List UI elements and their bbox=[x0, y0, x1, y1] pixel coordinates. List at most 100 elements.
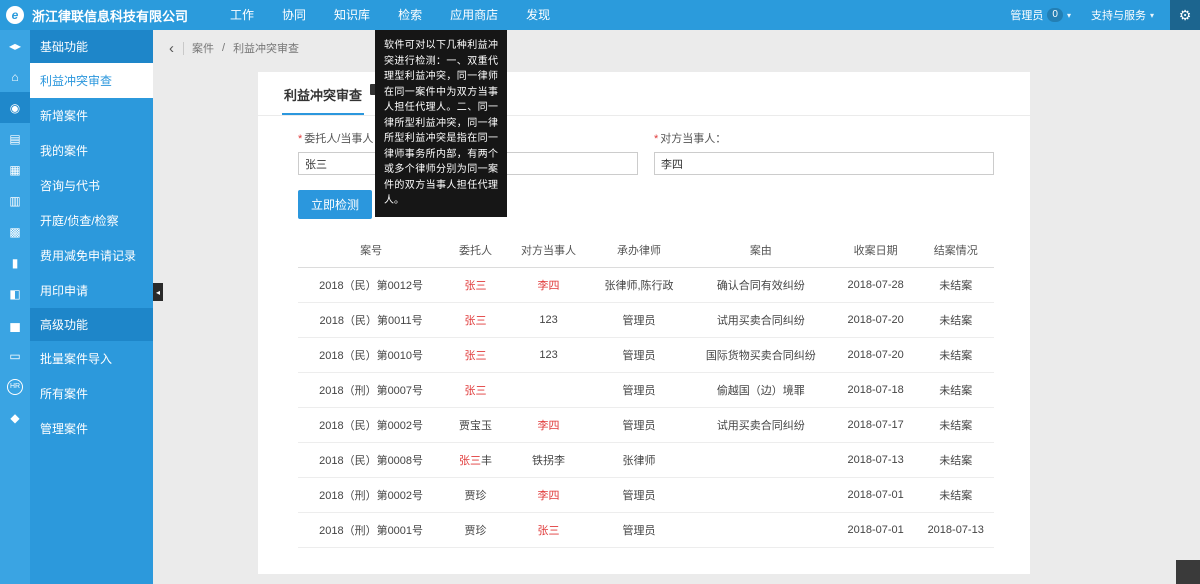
cell-client: 张三 bbox=[444, 373, 507, 408]
search-icon[interactable]: ◉ bbox=[0, 92, 30, 123]
logo-icon: e bbox=[6, 6, 24, 24]
cell-lawyer: 管理员 bbox=[590, 513, 687, 548]
cell-cause bbox=[688, 513, 834, 548]
cell-case-no: 2018（刑）第0007号 bbox=[298, 373, 444, 408]
breadcrumb: ‹ 案件 / 利益冲突审查 bbox=[153, 30, 1200, 56]
table-row[interactable]: 2018（刑）第0001号贾珍张三管理员2018-07-012018-07-13 bbox=[298, 513, 994, 548]
admin-menu[interactable]: 管理员 0 ▾ bbox=[1000, 0, 1081, 30]
topnav-item[interactable]: 知识库 bbox=[320, 0, 384, 30]
corner-widget[interactable] bbox=[1176, 560, 1200, 584]
idcard-icon[interactable]: ▥ bbox=[0, 185, 30, 216]
topnav-item[interactable]: 检索 bbox=[384, 0, 436, 30]
gear-icon: ⚙ bbox=[1179, 7, 1192, 24]
hr-icon[interactable]: HR bbox=[0, 371, 30, 402]
cell-case-no: 2018（民）第0010号 bbox=[298, 338, 444, 373]
cell-date: 2018-07-28 bbox=[834, 268, 918, 303]
table-row[interactable]: 2018（民）第0008号张三丰铁拐李张律师2018-07-13未结案 bbox=[298, 443, 994, 478]
cell-opponent: 李四 bbox=[507, 268, 591, 303]
column-header: 案号 bbox=[298, 233, 444, 268]
cell-case-no: 2018（民）第0008号 bbox=[298, 443, 444, 478]
cell-case-no: 2018（民）第0011号 bbox=[298, 303, 444, 338]
workdesk-icon[interactable]: ▤ bbox=[0, 123, 30, 154]
conflict-info-tooltip: 软件可对以下几种利益冲突进行检测：一、双重代理型利益冲突，同一律师在同一案件中为… bbox=[375, 30, 507, 217]
sidebar-item[interactable]: 咨询与代书 bbox=[30, 168, 153, 203]
sidebar-item[interactable]: 利益冲突审查 bbox=[30, 63, 153, 98]
column-header: 承办律师 bbox=[590, 233, 687, 268]
topnav-item[interactable]: 协同 bbox=[268, 0, 320, 30]
breadcrumb-separator: / bbox=[222, 42, 225, 54]
table-row[interactable]: 2018（民）第0011号张三123管理员试用买卖合同纠纷2018-07-20未… bbox=[298, 303, 994, 338]
topbar: e 浙江律联信息科技有限公司 工作协同知识库检索应用商店发现 管理员 0 ▾ 支… bbox=[0, 0, 1200, 30]
cell-cause bbox=[688, 478, 834, 513]
cell-lawyer: 管理员 bbox=[590, 338, 687, 373]
cell-lawyer: 张律师,陈行政 bbox=[590, 268, 687, 303]
cell-opponent: 李四 bbox=[507, 478, 591, 513]
cell-date: 2018-07-18 bbox=[834, 373, 918, 408]
sidebar-item[interactable]: 新增案件 bbox=[30, 98, 153, 133]
results-table-wrap: 案号委托人对方当事人承办律师案由收案日期结案情况 2018（民）第0012号张三… bbox=[298, 233, 994, 548]
breadcrumb-page[interactable]: 利益冲突审查 bbox=[233, 40, 299, 56]
tab-conflict-review[interactable]: 利益冲突审查 bbox=[282, 72, 364, 115]
stats-icon[interactable]: ▮ bbox=[0, 247, 30, 278]
cell-status: 未结案 bbox=[917, 443, 994, 478]
cell-opponent: 李四 bbox=[507, 408, 591, 443]
cell-case-no: 2018（刑）第0002号 bbox=[298, 478, 444, 513]
table-body: 2018（民）第0012号张三李四张律师,陈行政确认合同有效纠纷2018-07-… bbox=[298, 268, 994, 548]
monitor-icon[interactable]: ▭ bbox=[0, 340, 30, 371]
sidebar-section-header[interactable]: 高级功能 bbox=[30, 308, 153, 341]
collapse-icon[interactable]: ◂▸ bbox=[0, 30, 30, 61]
back-chevron-icon[interactable]: ‹ bbox=[169, 42, 184, 55]
button-row: 立即检测 bbox=[258, 175, 1030, 219]
sidebar-item[interactable]: 开庭/侦查/检察 bbox=[30, 203, 153, 238]
cell-opponent: 铁拐李 bbox=[507, 443, 591, 478]
sidebar-item[interactable]: 管理案件 bbox=[30, 411, 153, 446]
topnav-item[interactable]: 应用商店 bbox=[436, 0, 512, 30]
cell-cause: 国际货物买卖合同纠纷 bbox=[688, 338, 834, 373]
sidebar-item[interactable]: 用印申请 bbox=[30, 273, 153, 308]
support-label: 支持与服务 bbox=[1091, 7, 1146, 23]
chart-icon[interactable]: ▅ bbox=[0, 309, 30, 340]
table-row[interactable]: 2018（民）第0012号张三李四张律师,陈行政确认合同有效纠纷2018-07-… bbox=[298, 268, 994, 303]
cell-status: 2018-07-13 bbox=[917, 513, 994, 548]
conflict-review-panel: 利益冲突审查 i *委托人/当事人： *对方当事人： 立即检测 bbox=[258, 72, 1030, 574]
apps-grid-icon[interactable]: ▩ bbox=[0, 216, 30, 247]
table-row[interactable]: 2018（民）第0010号张三123管理员国际货物买卖合同纠纷2018-07-2… bbox=[298, 338, 994, 373]
cell-case-no: 2018（民）第0012号 bbox=[298, 268, 444, 303]
company-name: 浙江律联信息科技有限公司 bbox=[32, 6, 188, 25]
sidebar-item[interactable]: 所有案件 bbox=[30, 376, 153, 411]
breadcrumb-section[interactable]: 案件 bbox=[192, 40, 214, 56]
table-row[interactable]: 2018（刑）第0007号张三管理员偷越国（边）境罪2018-07-18未结案 bbox=[298, 373, 994, 408]
sidebar-item[interactable]: 我的案件 bbox=[30, 133, 153, 168]
cell-lawyer: 管理员 bbox=[590, 408, 687, 443]
main-content: ◂ ‹ 案件 / 利益冲突审查 软件可对以下几种利益冲突进行检测：一、双重代理型… bbox=[153, 30, 1200, 584]
sidebar-item[interactable]: 批量案件导入 bbox=[30, 341, 153, 376]
cell-client: 贾珍 bbox=[444, 478, 507, 513]
cell-date: 2018-07-17 bbox=[834, 408, 918, 443]
cell-cause: 偷越国（边）境罪 bbox=[688, 373, 834, 408]
cell-date: 2018-07-01 bbox=[834, 513, 918, 548]
settings-button[interactable]: ⚙ bbox=[1170, 0, 1200, 30]
table-row[interactable]: 2018（民）第0002号贾宝玉李四管理员试用买卖合同纠纷2018-07-17未… bbox=[298, 408, 994, 443]
topnav-item[interactable]: 发现 bbox=[512, 0, 564, 30]
detect-button[interactable]: 立即检测 bbox=[298, 190, 372, 219]
home-icon[interactable]: ⌂ bbox=[0, 61, 30, 92]
table-row[interactable]: 2018（刑）第0002号贾珍李四管理员2018-07-01未结案 bbox=[298, 478, 994, 513]
topnav-item[interactable]: 工作 bbox=[216, 0, 268, 30]
cell-status: 未结案 bbox=[917, 373, 994, 408]
cube-icon[interactable]: ◆ bbox=[0, 402, 30, 433]
print-icon[interactable]: ▦ bbox=[0, 154, 30, 185]
upload-icon[interactable]: ◧ bbox=[0, 278, 30, 309]
sidebar-section-header[interactable]: 基础功能 bbox=[30, 30, 153, 63]
opponent-label: *对方当事人： bbox=[654, 130, 994, 146]
cell-client: 张三 bbox=[444, 268, 507, 303]
cell-status: 未结案 bbox=[917, 303, 994, 338]
opponent-input[interactable] bbox=[654, 152, 994, 175]
app-logo[interactable]: e bbox=[0, 0, 30, 30]
column-header: 案由 bbox=[688, 233, 834, 268]
cell-lawyer: 管理员 bbox=[590, 303, 687, 338]
sidebar-collapse-handle[interactable]: ◂ bbox=[153, 283, 163, 301]
required-asterisk: * bbox=[654, 133, 658, 145]
sidebar-item[interactable]: 费用减免申请记录 bbox=[30, 238, 153, 273]
support-menu[interactable]: 支持与服务 ▾ bbox=[1081, 0, 1164, 30]
cell-status: 未结案 bbox=[917, 408, 994, 443]
